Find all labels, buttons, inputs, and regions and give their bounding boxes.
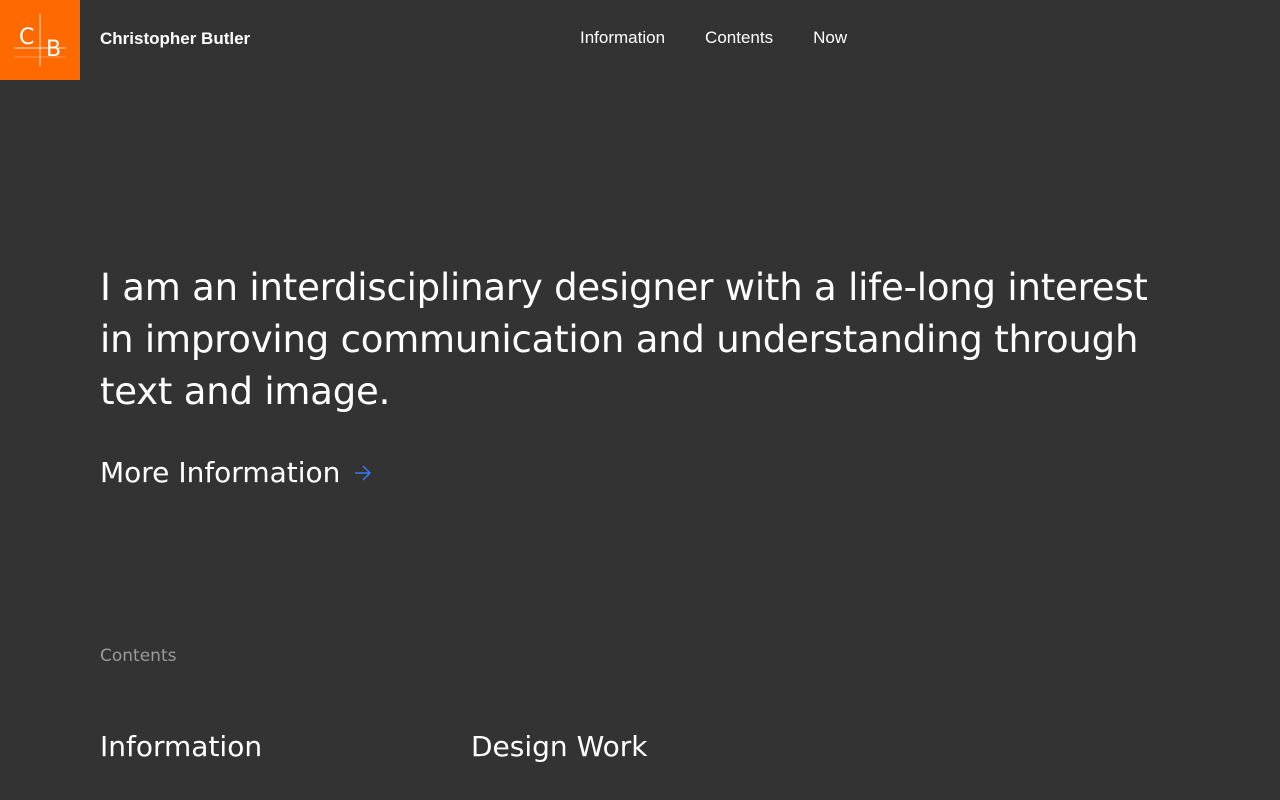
main-nav: Information Contents Now [580, 28, 887, 48]
nav-item-information[interactable]: Information [580, 28, 665, 48]
cb-logo-icon: C B [14, 14, 66, 66]
contents-section-label: Contents [100, 646, 177, 666]
nav-item-contents[interactable]: Contents [705, 28, 773, 48]
contents-heading-design-work[interactable]: Design Work [471, 730, 647, 763]
more-information-label: More Information [100, 456, 341, 489]
logo-letter-c: C [19, 25, 34, 50]
more-information-link[interactable]: More Information [100, 456, 372, 489]
contents-heading-information[interactable]: Information [100, 730, 262, 763]
logo-letter-b: B [46, 37, 61, 62]
arrow-right-icon [355, 465, 372, 480]
page: C B Christopher Butler Information Conte… [0, 0, 1280, 800]
nav-item-now[interactable]: Now [813, 28, 847, 48]
site-name[interactable]: Christopher Butler [100, 29, 250, 49]
hero-statement: I am an interdisciplinary designer with … [100, 266, 1148, 413]
logo-link[interactable]: C B [0, 0, 80, 80]
